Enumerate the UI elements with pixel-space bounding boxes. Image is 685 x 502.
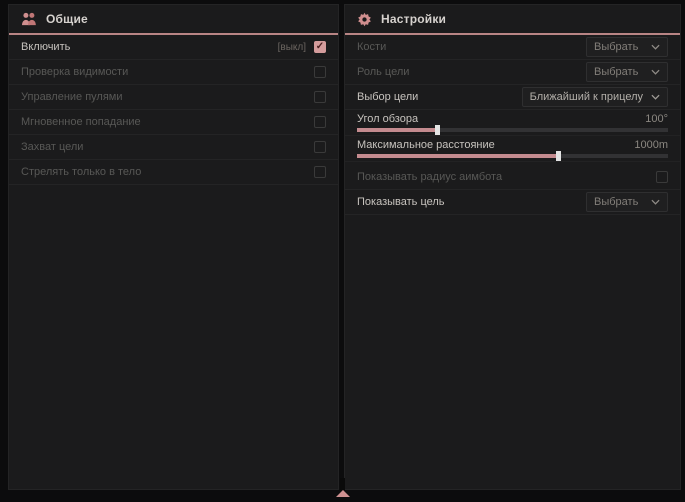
bullet-control-checkbox[interactable] — [314, 91, 326, 103]
general-panel: Общие Включить [выкл] ✓ Проверка видимос… — [8, 4, 339, 490]
fov-slider-group: Угол обзора 100° — [345, 110, 680, 136]
max-distance-slider-thumb[interactable] — [556, 151, 561, 161]
general-panel-header: Общие — [9, 5, 338, 33]
max-distance-slider[interactable] — [357, 154, 668, 158]
row-target-role-label: Роль цели — [357, 66, 409, 78]
triangle-up-icon[interactable] — [336, 490, 350, 497]
row-instant-hit[interactable]: Мгновенное попадание — [9, 110, 338, 135]
row-enable-state: [выкл] — [278, 42, 306, 53]
fov-label: Угол обзора — [357, 113, 418, 125]
people-icon — [21, 12, 37, 26]
visibility-check-checkbox[interactable] — [314, 66, 326, 78]
instant-hit-checkbox[interactable] — [314, 116, 326, 128]
show-target-dropdown[interactable]: Выбрать — [586, 192, 668, 212]
row-visibility-check-label: Проверка видимости — [21, 66, 128, 78]
target-selection-dropdown-value: Ближайший к прицелу — [530, 91, 643, 103]
bones-dropdown-value: Выбрать — [594, 41, 638, 53]
enable-checkbox[interactable]: ✓ — [314, 41, 326, 53]
row-enable[interactable]: Включить [выкл] ✓ — [9, 35, 338, 60]
gear-icon — [357, 12, 372, 27]
row-bones-label: Кости — [357, 41, 386, 53]
row-body-only-label: Стрелять только в тело — [21, 166, 141, 178]
fov-value: 100° — [645, 113, 668, 125]
max-distance-value: 1000m — [634, 139, 668, 151]
row-target-lock-label: Захват цели — [21, 141, 83, 153]
row-target-selection: Выбор цели Ближайший к прицелу — [345, 85, 680, 110]
row-show-target-label: Показывать цель — [357, 196, 445, 208]
bones-dropdown[interactable]: Выбрать — [586, 37, 668, 57]
row-show-target: Показывать цель Выбрать — [345, 190, 680, 215]
chevron-down-icon — [651, 44, 660, 50]
row-target-role: Роль цели Выбрать — [345, 60, 680, 85]
row-show-radius[interactable]: Показывать радиус аимбота — [345, 165, 680, 190]
settings-panel-header: Настройки — [345, 5, 680, 33]
chevron-down-icon — [651, 69, 660, 75]
chevron-down-icon — [651, 94, 660, 100]
row-body-only[interactable]: Стрелять только в тело — [9, 160, 338, 185]
fov-slider[interactable] — [357, 128, 668, 132]
row-instant-hit-label: Мгновенное попадание — [21, 116, 141, 128]
body-only-checkbox[interactable] — [314, 166, 326, 178]
row-show-radius-label: Показывать радиус аимбота — [357, 171, 502, 183]
row-target-selection-label: Выбор цели — [357, 91, 418, 103]
show-target-dropdown-value: Выбрать — [594, 196, 638, 208]
target-role-dropdown-value: Выбрать — [594, 66, 638, 78]
max-distance-slider-fill — [357, 154, 559, 158]
settings-panel: Настройки Кости Выбрать Роль цели Выбрат… — [344, 4, 681, 490]
general-panel-title: Общие — [46, 12, 88, 26]
target-selection-dropdown[interactable]: Ближайший к прицелу — [522, 87, 668, 107]
show-radius-checkbox[interactable] — [656, 171, 668, 183]
target-role-dropdown[interactable]: Выбрать — [586, 62, 668, 82]
row-bullet-control[interactable]: Управление пулями — [9, 85, 338, 110]
row-bones: Кости Выбрать — [345, 35, 680, 60]
max-distance-slider-group: Максимальное расстояние 1000m — [345, 136, 680, 162]
target-lock-checkbox[interactable] — [314, 141, 326, 153]
fov-slider-fill — [357, 128, 438, 132]
max-distance-label: Максимальное расстояние — [357, 139, 495, 151]
row-visibility-check[interactable]: Проверка видимости — [9, 60, 338, 85]
row-target-lock[interactable]: Захват цели — [9, 135, 338, 160]
row-enable-label: Включить — [21, 41, 70, 53]
chevron-down-icon — [651, 199, 660, 205]
settings-panel-title: Настройки — [381, 12, 446, 26]
row-bullet-control-label: Управление пулями — [21, 91, 123, 103]
fov-slider-thumb[interactable] — [435, 125, 440, 135]
